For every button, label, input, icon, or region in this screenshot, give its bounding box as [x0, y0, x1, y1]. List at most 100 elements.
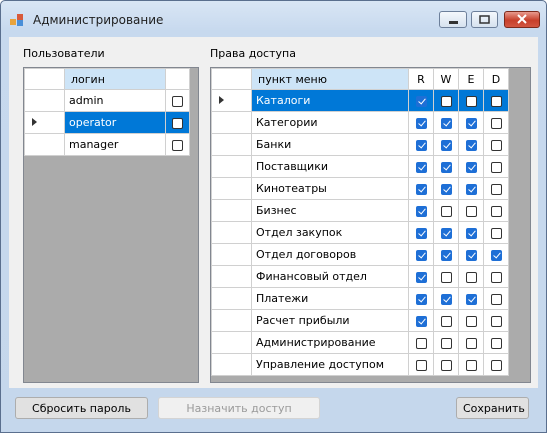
- permission-e-cell[interactable]: [458, 111, 484, 134]
- permission-r-checkbox[interactable]: [415, 139, 427, 151]
- permission-d-checkbox[interactable]: [490, 249, 502, 261]
- access-row[interactable]: Поставщики: [211, 155, 509, 178]
- user-row[interactable]: operator: [24, 111, 190, 134]
- access-row[interactable]: Финансовый отдел: [211, 265, 509, 288]
- user-select-checkbox[interactable]: [172, 95, 183, 107]
- permission-d-cell[interactable]: [483, 309, 509, 332]
- row-header[interactable]: [211, 133, 252, 156]
- permission-d-checkbox[interactable]: [490, 95, 502, 107]
- menu-item-cell[interactable]: Категории: [251, 111, 409, 134]
- permission-r-cell[interactable]: [408, 199, 434, 222]
- permission-d-checkbox[interactable]: [490, 139, 502, 151]
- menu-item-cell[interactable]: Администрирование: [251, 331, 409, 354]
- user-select-cell[interactable]: [165, 89, 190, 112]
- permission-r-checkbox[interactable]: [415, 95, 427, 107]
- permission-e-checkbox[interactable]: [465, 249, 477, 261]
- permission-w-cell[interactable]: [433, 111, 459, 134]
- permission-d-cell[interactable]: [483, 243, 509, 266]
- access-row[interactable]: Бизнес: [211, 199, 509, 222]
- permission-d-checkbox[interactable]: [490, 227, 502, 239]
- permission-d-checkbox[interactable]: [490, 271, 502, 283]
- menu-item-cell[interactable]: Отдел договоров: [251, 243, 409, 266]
- permission-r-checkbox[interactable]: [415, 227, 427, 239]
- save-button[interactable]: Сохранить: [456, 397, 529, 419]
- permission-w-cell[interactable]: [433, 177, 459, 200]
- permission-d-checkbox[interactable]: [490, 161, 502, 173]
- permission-e-cell[interactable]: [458, 353, 484, 376]
- permission-e-cell[interactable]: [458, 265, 484, 288]
- permission-d-checkbox[interactable]: [490, 293, 502, 305]
- row-header[interactable]: [211, 155, 252, 178]
- permission-d-cell[interactable]: [483, 265, 509, 288]
- permission-w-checkbox[interactable]: [440, 139, 452, 151]
- permission-w-cell[interactable]: [433, 221, 459, 244]
- permission-r-cell[interactable]: [408, 353, 434, 376]
- permission-w-checkbox[interactable]: [440, 359, 452, 371]
- reset-password-button[interactable]: Сбросить пароль: [15, 397, 148, 419]
- permission-e-cell[interactable]: [458, 89, 484, 112]
- user-row[interactable]: manager: [24, 133, 190, 156]
- check-column-header[interactable]: [165, 68, 190, 90]
- permission-r-cell[interactable]: [408, 221, 434, 244]
- permission-w-cell[interactable]: [433, 287, 459, 310]
- permission-w-cell[interactable]: [433, 155, 459, 178]
- login-column-header[interactable]: логин: [64, 68, 166, 90]
- access-row[interactable]: Расчет прибыли: [211, 309, 509, 332]
- permission-d-checkbox[interactable]: [490, 315, 502, 327]
- permission-r-checkbox[interactable]: [415, 161, 427, 173]
- maximize-button[interactable]: [471, 11, 498, 28]
- permission-r-cell[interactable]: [408, 133, 434, 156]
- permission-r-checkbox[interactable]: [415, 117, 427, 129]
- permission-w-checkbox[interactable]: [440, 249, 452, 261]
- permission-r-cell[interactable]: [408, 331, 434, 354]
- row-header[interactable]: [211, 265, 252, 288]
- user-select-checkbox[interactable]: [172, 139, 183, 151]
- access-row[interactable]: Администрирование: [211, 331, 509, 354]
- user-login-cell[interactable]: operator: [64, 111, 166, 134]
- permission-w-cell[interactable]: [433, 243, 459, 266]
- permission-w-checkbox[interactable]: [440, 95, 452, 107]
- menu-item-cell[interactable]: Банки: [251, 133, 409, 156]
- permission-d-cell[interactable]: [483, 287, 509, 310]
- permission-e-cell[interactable]: [458, 331, 484, 354]
- permission-d-checkbox[interactable]: [490, 359, 502, 371]
- permission-r-cell[interactable]: [408, 111, 434, 134]
- permission-r-checkbox[interactable]: [415, 271, 427, 283]
- permission-e-checkbox[interactable]: [465, 139, 477, 151]
- permission-e-checkbox[interactable]: [465, 337, 477, 349]
- access-row[interactable]: Отдел договоров: [211, 243, 509, 266]
- user-select-cell[interactable]: [165, 111, 190, 134]
- permission-e-cell[interactable]: [458, 199, 484, 222]
- flag-column-header[interactable]: R: [408, 68, 434, 90]
- permission-w-checkbox[interactable]: [440, 271, 452, 283]
- permission-w-checkbox[interactable]: [440, 117, 452, 129]
- permission-e-cell[interactable]: [458, 155, 484, 178]
- user-select-cell[interactable]: [165, 133, 190, 156]
- row-header[interactable]: [24, 133, 65, 156]
- permission-w-cell[interactable]: [433, 353, 459, 376]
- row-header[interactable]: [24, 89, 65, 112]
- row-header[interactable]: [211, 199, 252, 222]
- permission-w-checkbox[interactable]: [440, 293, 452, 305]
- menu-item-cell[interactable]: Отдел закупок: [251, 221, 409, 244]
- access-row[interactable]: Кинотеатры: [211, 177, 509, 200]
- permission-e-cell[interactable]: [458, 177, 484, 200]
- permission-d-cell[interactable]: [483, 221, 509, 244]
- permission-e-checkbox[interactable]: [465, 293, 477, 305]
- permission-w-checkbox[interactable]: [440, 161, 452, 173]
- permission-d-cell[interactable]: [483, 89, 509, 112]
- menu-item-cell[interactable]: Кинотеатры: [251, 177, 409, 200]
- permission-d-cell[interactable]: [483, 353, 509, 376]
- menu-item-cell[interactable]: Поставщики: [251, 155, 409, 178]
- permission-w-cell[interactable]: [433, 133, 459, 156]
- permission-w-cell[interactable]: [433, 265, 459, 288]
- permission-r-cell[interactable]: [408, 309, 434, 332]
- row-header[interactable]: [211, 353, 252, 376]
- row-header[interactable]: [211, 243, 252, 266]
- row-header[interactable]: [24, 111, 65, 134]
- permission-w-checkbox[interactable]: [440, 315, 452, 327]
- permission-e-checkbox[interactable]: [465, 183, 477, 195]
- permission-e-cell[interactable]: [458, 133, 484, 156]
- permission-e-checkbox[interactable]: [465, 227, 477, 239]
- flag-column-header[interactable]: W: [433, 68, 459, 90]
